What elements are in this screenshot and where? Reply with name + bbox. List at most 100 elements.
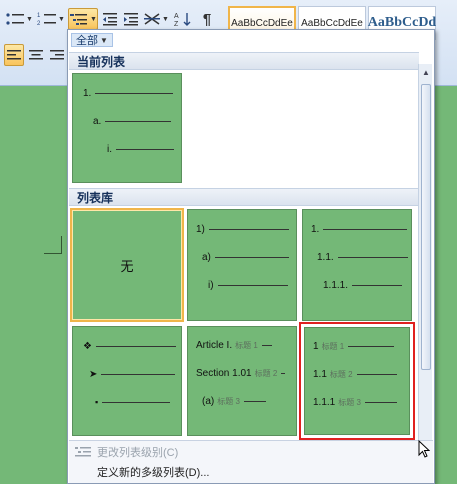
list-style-heading-numbering[interactable]: 1 标题 1 1.1 标题 2 1.1.1 标题 3 [299,322,415,440]
heading-style-label: 标题 1 [235,341,258,350]
chinese-layout-button[interactable]: ▼ [142,8,170,30]
list-level-2: ➤ [89,369,176,380]
heading-style-label: 标题 2 [329,370,353,379]
chevron-down-icon: ▼ [90,15,97,23]
decrease-indent-icon [103,13,117,26]
text-line [95,93,174,94]
level-label: 1.1. [317,252,334,263]
text-line [217,285,288,286]
align-right-button[interactable] [48,44,66,66]
svg-text:2: 2 [37,21,41,26]
text-line [101,374,176,375]
align-right-icon [50,50,64,60]
list-style-decimal[interactable]: 1. 1.1. 1.1.1. [302,209,412,321]
list-level-1: 1. [83,88,174,99]
align-left-button[interactable] [4,44,24,66]
filter-dropdown[interactable]: 全部 ▼ [71,33,113,47]
margin-marker [44,236,62,254]
svg-text:1: 1 [37,13,41,19]
level-label: 1.1.1. [323,280,349,291]
list-level-1: 1) [196,224,289,235]
level-label: (a) [202,396,215,407]
define-new-multilevel-list-item[interactable]: 定义新的多级列表(D)... [97,463,209,481]
level-label: Article I. [196,340,233,351]
section-current-list: 当前列表 [69,52,419,70]
level-label: i. [107,144,112,155]
menu-item-label: 更改列表级别(C) [97,447,179,459]
section-list-library: 列表库 [69,188,419,206]
current-list-tile[interactable]: 1. a. i. [72,73,182,183]
bullets-icon [6,13,25,25]
level-label: 1 [313,341,319,352]
heading-style-label: 标题 2 [254,369,278,378]
list-level-2: 1.1. [317,252,408,263]
filter-label: 全部 [76,35,98,47]
level-label: 1) [196,224,205,235]
list-level-3: i. [107,144,174,155]
align-center-button[interactable] [26,44,46,66]
list-level-2: 1.1 标题 2 [313,369,397,380]
text-line [102,401,171,403]
arrow-bullet-icon: ➤ [89,369,98,380]
list-style-paren[interactable]: 1) a) i) [187,209,297,321]
list-level-2: a. [93,116,172,127]
list-style-bullets[interactable]: ❖ ➤ ▪ [72,326,182,436]
heading-style-label: 标题 1 [321,342,345,351]
numbering-icon: 12 [37,13,57,26]
level-label: i) [208,280,214,291]
list-level-3: 1.1.1 标题 3 [313,397,397,408]
list-level-2: Section 1.01 标题 2 [196,368,286,379]
level-label: 1. [83,88,92,99]
text-line [323,229,408,230]
text-line [356,374,397,375]
multilevel-list-dropdown: 全部 ▼ 当前列表 1. a. i. 列表库 无 1) a) i) 1. 1.1… [67,29,435,484]
list-level-1: 1 标题 1 [313,341,395,352]
text-line [105,121,172,122]
chinese-layout-icon [144,13,161,25]
scrollbar-thumb[interactable] [421,84,431,370]
scroll-up-icon[interactable]: ▲ [419,66,433,78]
level-label: 1. [311,224,320,235]
align-left-icon [7,50,21,60]
text-line [214,257,289,258]
sort-icon: AZ [174,13,191,27]
text-line [337,257,408,258]
square-bullet-icon: ▪ [95,397,99,407]
show-marks-button[interactable]: ¶ [196,8,218,30]
sort-button[interactable]: AZ [172,8,194,30]
numbering-button[interactable]: 12 ▼ [36,8,66,30]
gallery-scrollbar[interactable]: ▲ ▼ [418,64,432,462]
section-title: 列表库 [77,190,114,205]
change-list-level-item[interactable]: 更改列表级别(C) [97,443,178,461]
multilevel-list-button[interactable]: ▼ [68,8,98,30]
list-level-3: (a) 标题 3 [202,396,266,407]
list-style-article[interactable]: Article I. 标题 1 Section 1.01 标题 2 (a) 标题 3 [187,326,297,436]
dropdown-footer: 更改列表级别(C) 定义新的多级列表(D)... [69,440,433,483]
text-line [352,285,403,286]
list-level-2: a) [202,252,289,263]
text-line [364,402,397,403]
section-title: 当前列表 [77,54,126,69]
bullets-button[interactable]: ▼ [4,8,34,30]
multilevel-list-icon [70,14,88,25]
level-label: a) [202,252,211,263]
list-level-1: Article I. 标题 1 [196,340,272,351]
list-level-3: 1.1.1. [323,280,403,291]
list-style-none[interactable]: 无 [70,208,184,322]
list-level-3: ▪ [95,397,171,407]
none-label: 无 [120,258,134,274]
heading-style-label: 标题 3 [338,398,361,407]
text-line [116,149,174,150]
list-level-1: ❖ [83,341,176,352]
chevron-down-icon: ▼ [162,15,169,23]
increase-indent-button[interactable] [121,8,141,30]
heading-style-label: 标题 3 [217,397,240,406]
text-line [208,229,289,230]
chevron-down-icon: ▼ [26,15,33,23]
level-label: 1.1 [313,369,327,380]
decrease-indent-button[interactable] [100,8,120,30]
svg-text:A: A [174,13,179,20]
text-line [243,401,266,402]
svg-text:Z: Z [174,21,179,27]
level-label: 1.1.1 [313,397,336,408]
